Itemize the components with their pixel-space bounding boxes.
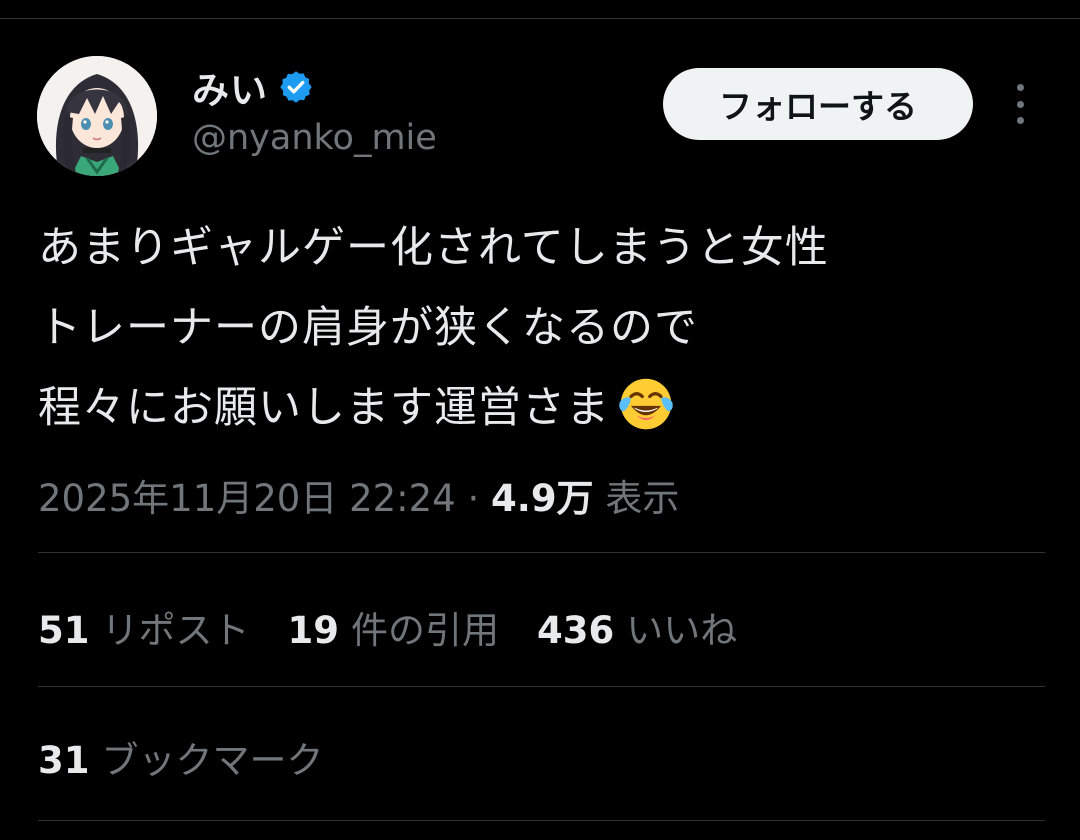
tweet-meta: 2025年11月20日 22:24 · 4.9万 表示: [38, 468, 679, 522]
more-dot: [1016, 117, 1024, 124]
verified-badge-icon[interactable]: [278, 69, 314, 105]
tweet-line-last: 程々にお願いします運営さま: [38, 368, 1048, 448]
reposts-stat[interactable]: 51 リポスト: [38, 600, 250, 654]
engagement-stats: 51 リポスト 19 件の引用 436 いいね: [38, 600, 775, 654]
tweet-line: あまりギャルゲー化されてしまうと女性: [38, 223, 829, 273]
likes-label: いいね: [626, 609, 738, 652]
views-count: 4.9万: [491, 477, 594, 520]
top-divider: [0, 18, 1080, 19]
bookmarks-stat[interactable]: 31 ブックマーク: [38, 730, 324, 784]
tweet-text: あまりギャルゲー化されてしまうと女性 トレーナーの肩身が狭くなるので 程々にお願…: [38, 208, 1048, 448]
likes-stat[interactable]: 436 いいね: [537, 600, 737, 654]
display-name[interactable]: みい: [192, 60, 268, 114]
more-dot: [1016, 100, 1024, 108]
reposts-label: リポスト: [101, 609, 250, 652]
quotes-count: 19: [287, 609, 340, 652]
tweet-line: トレーナーの肩身が狭くなるので: [38, 303, 698, 353]
avatar-image: [37, 56, 157, 176]
divider: [38, 552, 1045, 553]
author-handle[interactable]: @nyanko_mie: [192, 118, 437, 158]
more-options-icon[interactable]: [1005, 84, 1035, 124]
author-name-row[interactable]: みい: [192, 62, 314, 112]
timestamp[interactable]: 2025年11月20日 22:24: [38, 477, 456, 520]
more-dot: [1016, 84, 1024, 91]
quotes-stat[interactable]: 19 件の引用: [288, 600, 500, 654]
divider: [38, 820, 1045, 821]
meta-separator: ·: [467, 477, 480, 520]
quotes-label: 件の引用: [351, 609, 499, 652]
likes-count: 436: [537, 609, 615, 652]
views-label: 表示: [605, 477, 680, 520]
tweet-line-text: 程々にお願いします運営さま: [38, 383, 610, 433]
bookmarks-label: ブックマーク: [101, 739, 324, 782]
divider: [38, 686, 1045, 687]
face-with-tears-of-joy-icon: [619, 378, 673, 430]
reposts-count: 51: [38, 609, 90, 652]
avatar[interactable]: [37, 56, 157, 176]
follow-button[interactable]: フォローする: [663, 68, 973, 140]
bookmarks-count: 31: [38, 739, 90, 782]
